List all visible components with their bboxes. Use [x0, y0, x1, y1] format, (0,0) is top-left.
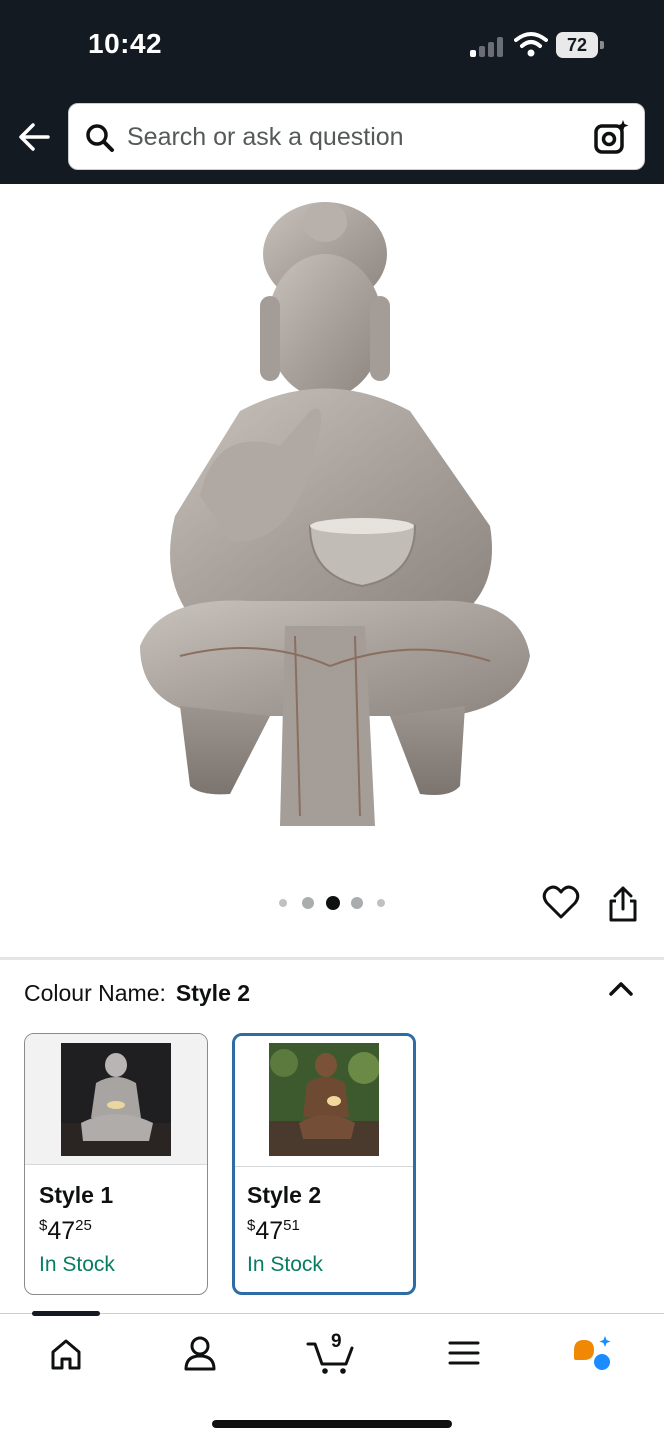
style-option-card[interactable]: Style 1 $4725 In Stock: [24, 1033, 208, 1295]
style-thumbnail-image: [61, 1043, 171, 1156]
style-price: $4751: [247, 1217, 300, 1245]
wifi-icon: [514, 32, 548, 57]
menu-icon[interactable]: [434, 1332, 494, 1376]
heart-icon[interactable]: [542, 884, 580, 922]
style-option-card-selected[interactable]: Style 2 $4751 In Stock: [232, 1033, 416, 1295]
stock-status: In Stock: [247, 1253, 323, 1276]
carousel-dots[interactable]: [276, 895, 396, 911]
signal-icon: [470, 35, 506, 57]
search-box[interactable]: [68, 103, 645, 170]
camera-lens-icon[interactable]: [593, 119, 629, 155]
colour-name-row: Colour Name: Style 2: [24, 980, 250, 1007]
share-icon[interactable]: [604, 884, 642, 924]
rufus-assistant-icon[interactable]: [566, 1332, 626, 1376]
cart-count-badge: 9: [331, 1331, 342, 1352]
carousel-dot[interactable]: [279, 899, 287, 907]
chevron-up-icon[interactable]: [604, 974, 638, 1004]
style-thumbnail-area: [235, 1036, 413, 1167]
style-thumbnail-image: [269, 1043, 379, 1156]
home-icon[interactable]: [36, 1332, 96, 1376]
account-icon[interactable]: [170, 1332, 230, 1376]
stock-status: In Stock: [39, 1253, 115, 1276]
colour-label: Colour Name:: [24, 980, 166, 1006]
section-divider: [0, 957, 664, 960]
carousel-dot[interactable]: [351, 897, 363, 909]
product-image[interactable]: [120, 196, 540, 846]
app-header: 10:42 72: [0, 0, 664, 184]
home-indicator-bar: [212, 1420, 452, 1428]
colour-value: Style 2: [175, 980, 251, 1006]
active-tab-indicator: [32, 1311, 100, 1316]
battery-level: 72: [556, 32, 598, 58]
style-thumbnail-area: [25, 1034, 207, 1165]
style-name: Style 2: [247, 1182, 322, 1208]
style-price: $4725: [39, 1217, 92, 1245]
search-icon: [86, 124, 114, 152]
carousel-dot[interactable]: [302, 897, 314, 909]
battery-icon: 72: [556, 32, 604, 58]
back-arrow-icon[interactable]: [14, 116, 56, 158]
search-input[interactable]: [127, 104, 577, 170]
carousel-dot-active[interactable]: [326, 896, 340, 910]
status-time: 10:42: [88, 28, 163, 59]
style-name: Style 1: [39, 1182, 114, 1208]
carousel-dot[interactable]: [377, 899, 385, 907]
